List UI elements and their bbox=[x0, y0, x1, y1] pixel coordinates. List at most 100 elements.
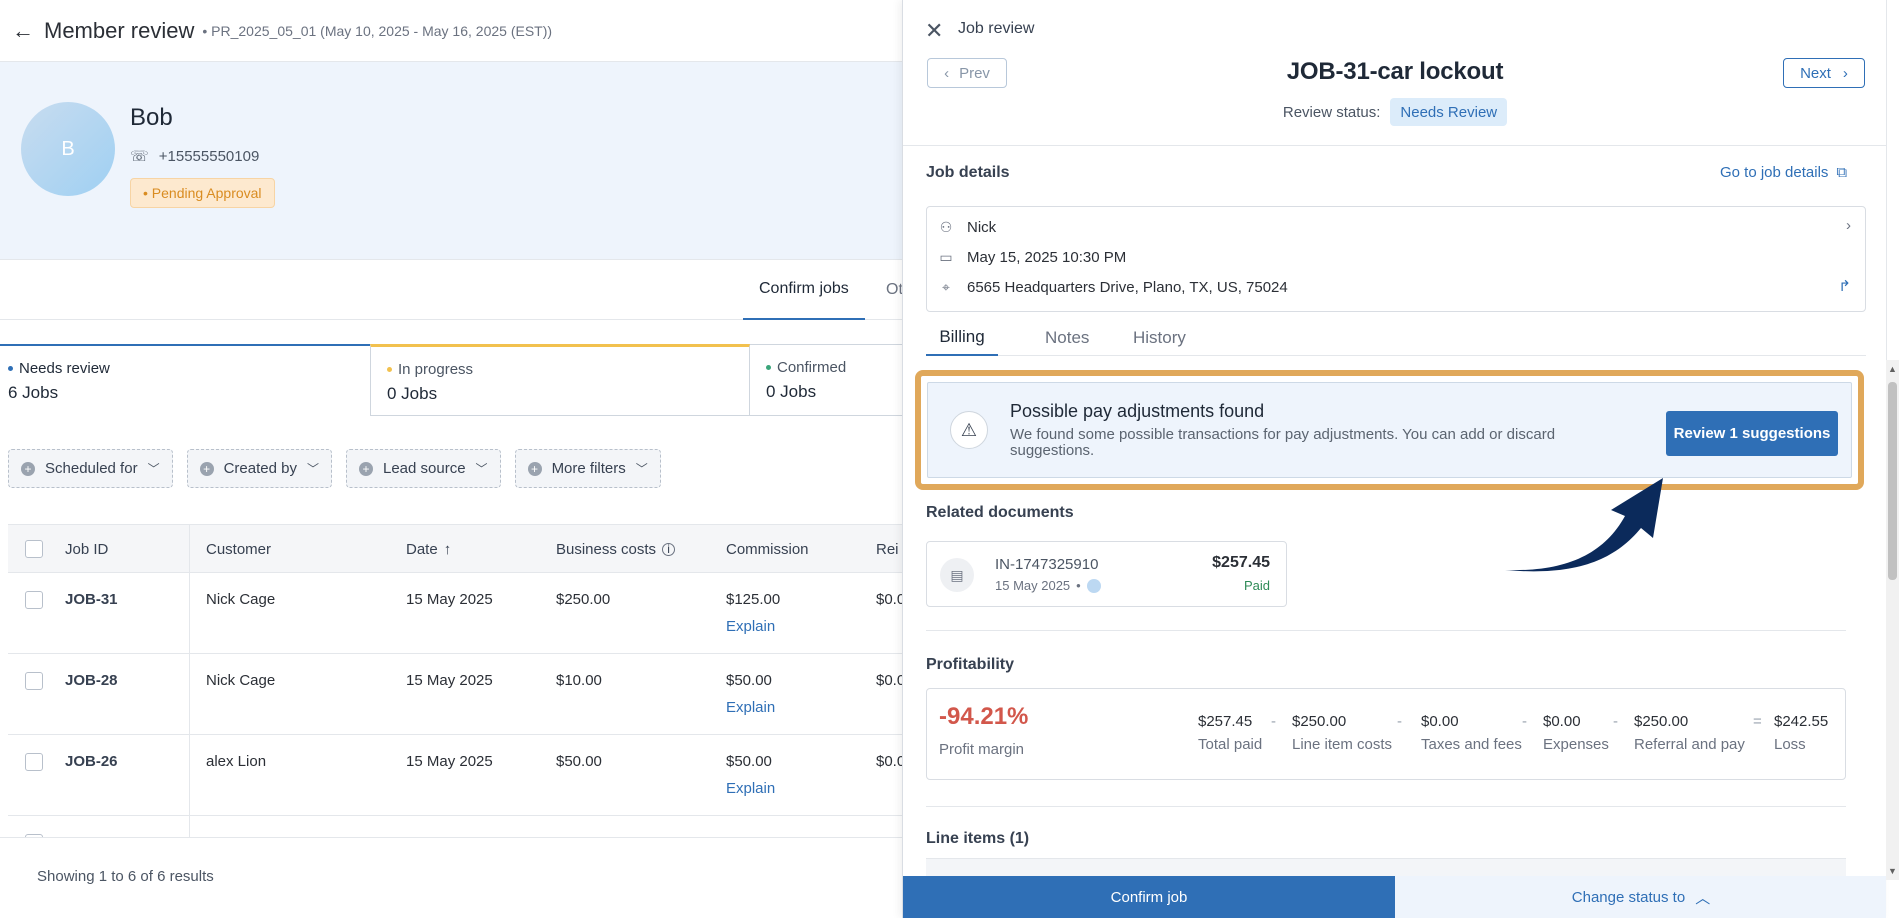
alert-body: We found some possible transactions for … bbox=[1010, 426, 1556, 459]
tab-confirm-jobs[interactable]: Confirm jobs bbox=[743, 260, 865, 320]
stat-label: Needs review bbox=[19, 360, 110, 377]
arrow-left-icon[interactable]: ← bbox=[12, 18, 34, 44]
metric-value: $250.00 bbox=[1292, 713, 1347, 730]
stat-in-progress[interactable]: In progress 0 Jobs bbox=[370, 344, 750, 416]
scroll-up-icon[interactable]: ▲ bbox=[1888, 364, 1897, 374]
close-icon[interactable]: ✕ bbox=[925, 18, 943, 44]
document-card[interactable]: ▤ IN-1747325910 15 May 2025 • $257.45 Pai… bbox=[926, 541, 1287, 607]
dot-icon bbox=[387, 367, 392, 372]
directions-icon[interactable]: ↱ bbox=[1838, 277, 1851, 295]
review-suggestions-button[interactable]: Review 1 suggestions bbox=[1666, 411, 1838, 456]
address-row: ⌖ 6565 Headquarters Drive, Plano, TX, US… bbox=[939, 279, 1288, 296]
technician-row[interactable]: ⚇ Nick bbox=[939, 219, 996, 236]
row-checkbox[interactable] bbox=[25, 672, 43, 690]
review-status-label: Review status: bbox=[1282, 103, 1381, 121]
row-checkbox[interactable] bbox=[25, 753, 43, 771]
cell-reimbursement: $0.0 bbox=[876, 591, 902, 608]
row-checkbox[interactable] bbox=[25, 591, 43, 609]
callout-arrow-icon bbox=[1505, 478, 1663, 572]
operator: - bbox=[1522, 713, 1527, 730]
explain-link[interactable]: Explain bbox=[726, 780, 775, 797]
col-reimbursement[interactable]: Rei bbox=[876, 525, 899, 573]
stat-needs-review[interactable]: Needs review 6 Jobs bbox=[0, 344, 370, 416]
alert-title: Possible pay adjustments found bbox=[1010, 401, 1265, 421]
table-row[interactable]: JOB-26 alex Lion 15 May 2025 $50.00 $50.… bbox=[8, 735, 902, 816]
status-badge: Needs Review bbox=[1390, 98, 1508, 126]
col-customer[interactable]: Customer bbox=[206, 525, 271, 573]
document-date: 15 May 2025 bbox=[995, 578, 1071, 593]
change-status-button[interactable]: Change status to ︿ bbox=[1395, 876, 1886, 918]
explain-link[interactable]: Explain bbox=[726, 618, 780, 635]
cell-job-id[interactable]: JOB-31 bbox=[65, 591, 118, 608]
chevron-down-icon: ﹀ bbox=[635, 462, 648, 476]
metric-label: Loss bbox=[1774, 736, 1806, 753]
commission-value: $125.00 bbox=[726, 591, 781, 608]
filter-scheduled-for[interactable]: + Scheduled for ﹀ bbox=[8, 449, 173, 488]
operator: - bbox=[1271, 713, 1276, 730]
col-date[interactable]: Date ↑ bbox=[406, 525, 451, 573]
chevron-down-icon: ﹀ bbox=[147, 462, 160, 476]
tab-notes[interactable]: Notes bbox=[1045, 320, 1089, 356]
cell-job-id[interactable]: JOB-28 bbox=[65, 672, 118, 689]
commission-value: $50.00 bbox=[726, 672, 772, 689]
filter-more[interactable]: + More filters ﹀ bbox=[514, 449, 661, 488]
drawer-content: Job details Go to job details ⧉ ⚇ Nick › … bbox=[903, 146, 1886, 876]
filter-lead-source[interactable]: + Lead source ﹀ bbox=[345, 449, 501, 488]
info-icon[interactable]: i bbox=[662, 542, 676, 556]
table-row-partial[interactable] bbox=[8, 816, 902, 838]
cell-reimbursement: $0.0 bbox=[876, 672, 902, 689]
plus-icon: + bbox=[527, 461, 542, 476]
scrollbar-thumb[interactable] bbox=[1888, 382, 1897, 580]
member-review-page: ← Member review • PR_2025_05_01 (May 10,… bbox=[0, 0, 902, 918]
status-summary: Needs review 6 Jobs In progress 0 Jobs C… bbox=[0, 344, 902, 416]
tab-other[interactable]: Ot bbox=[886, 260, 902, 320]
next-button[interactable]: Next › bbox=[1783, 58, 1865, 88]
table-header: Job ID Customer Date ↑ Business costs i Co… bbox=[8, 525, 902, 573]
col-business-costs[interactable]: Business costs i bbox=[556, 525, 676, 573]
stat-label: In progress bbox=[398, 361, 474, 378]
jobs-table: Job ID Customer Date ↑ Business costs i Co… bbox=[8, 524, 902, 838]
status-badge: • Pending Approval bbox=[130, 178, 275, 208]
datetime-row: ▭ May 15, 2025 10:30 PM bbox=[939, 249, 1126, 266]
phone-number: +15555550109 bbox=[158, 147, 260, 165]
stat-label: Confirmed bbox=[777, 359, 847, 376]
table-row[interactable]: JOB-28 Nick Cage 15 May 2025 $10.00 $50.… bbox=[8, 654, 902, 735]
job-details-card: ⚇ Nick › ▭ May 15, 2025 10:30 PM ⌖ 6565 … bbox=[926, 206, 1866, 312]
cell-job-id[interactable]: JOB-26 bbox=[65, 753, 118, 770]
highlight-frame: ⚠ Possible pay adjustments found We foun… bbox=[915, 370, 1864, 490]
divider bbox=[926, 806, 1846, 807]
drawer-scrollbar[interactable]: ▲ ▼ bbox=[1886, 360, 1899, 880]
profit-margin-label: Profit margin bbox=[939, 741, 1025, 758]
filter-label: More filters bbox=[551, 460, 626, 477]
action-bar: Confirm job Change status to ︿ bbox=[903, 876, 1886, 918]
filter-label: Lead source bbox=[382, 460, 466, 477]
tab-history[interactable]: History bbox=[1133, 320, 1186, 356]
tab-billing[interactable]: Billing bbox=[926, 320, 998, 356]
cell-commission: $50.00 Explain bbox=[726, 753, 775, 797]
metric-value: $0.00 bbox=[1421, 713, 1459, 730]
operator: - bbox=[1613, 713, 1618, 730]
job-title: JOB-31-car lockout bbox=[1286, 58, 1504, 85]
col-job-id[interactable]: Job ID bbox=[65, 525, 108, 573]
line-items-table-header bbox=[926, 858, 1846, 876]
cell-customer: Nick Cage bbox=[206, 672, 276, 689]
select-all-checkbox[interactable] bbox=[25, 540, 43, 558]
stat-value: 0 Jobs bbox=[766, 382, 817, 401]
scroll-down-icon[interactable]: ▼ bbox=[1888, 866, 1897, 876]
go-to-job-details-link[interactable]: Go to job details ⧉ bbox=[1720, 164, 1847, 181]
stat-confirmed[interactable]: Confirmed 0 Jobs bbox=[750, 344, 902, 416]
job-review-drawer: ✕ Job review ‹ Prev JOB-31-car lockout Ne… bbox=[902, 0, 1886, 918]
confirm-job-button[interactable]: Confirm job bbox=[903, 876, 1395, 918]
filter-created-by[interactable]: + Created by ﹀ bbox=[186, 449, 332, 488]
metric-value: $242.55 bbox=[1774, 713, 1829, 730]
cell-cost: $10.00 bbox=[556, 672, 602, 689]
filter-bar: + Scheduled for ﹀ + Created by ﹀ + Lead sourc… bbox=[8, 449, 661, 488]
col-commission[interactable]: Commission bbox=[726, 525, 809, 573]
dot-icon bbox=[766, 365, 771, 370]
bullet-icon: • bbox=[1076, 578, 1081, 593]
col-date-label: Date bbox=[406, 540, 438, 558]
explain-link[interactable]: Explain bbox=[726, 699, 775, 716]
chevron-right-icon[interactable]: › bbox=[1846, 217, 1851, 234]
document-icon: ▤ bbox=[940, 558, 974, 592]
table-row[interactable]: JOB-31 Nick Cage 15 May 2025 $250.00 $12… bbox=[8, 573, 902, 654]
